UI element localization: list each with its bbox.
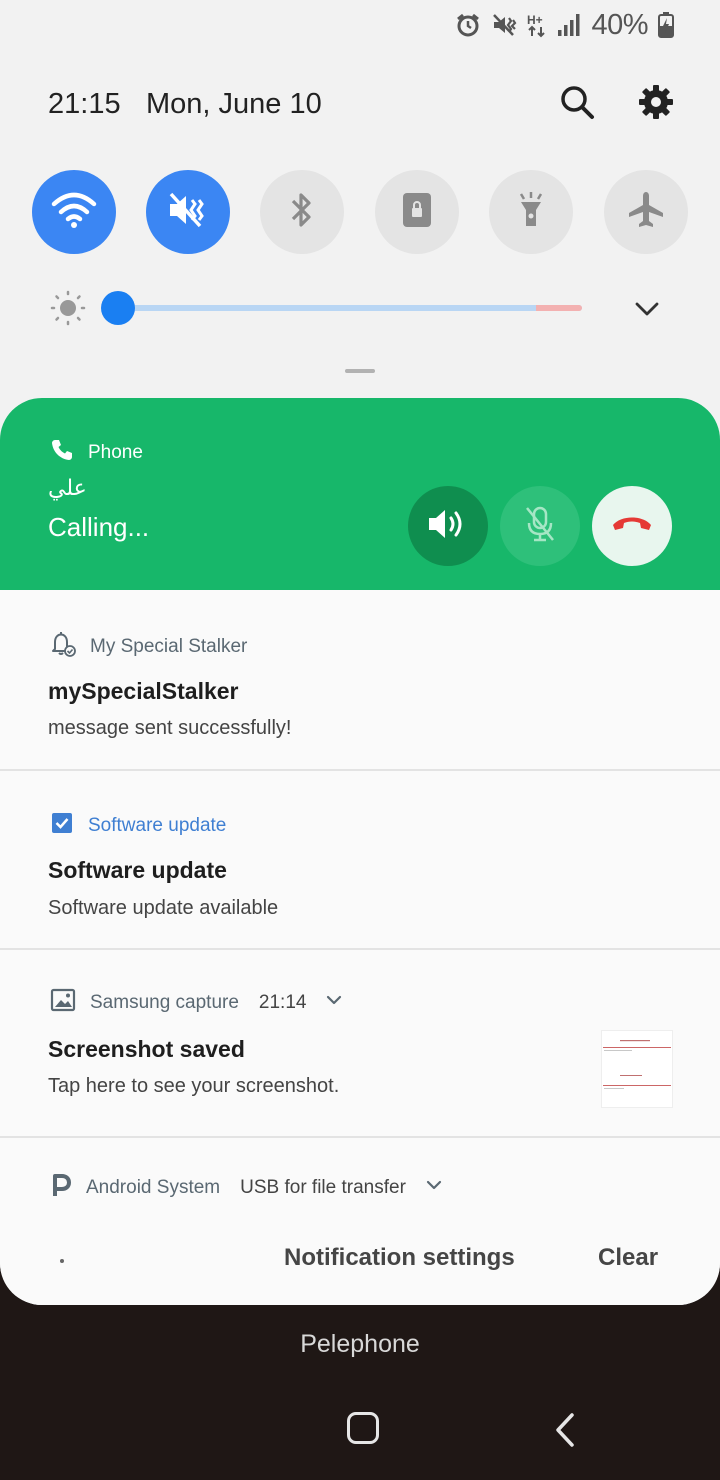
bluetooth-toggle[interactable] (260, 170, 344, 254)
checkbox-icon (50, 811, 74, 840)
signal-icon (557, 13, 581, 37)
status-icons: H+ 40% (455, 8, 674, 42)
search-button[interactable] (557, 84, 597, 124)
notification-software-update[interactable]: Software update Software update Software… (0, 771, 720, 950)
notification-stalker[interactable]: My Special Stalker mySpecialStalker mess… (0, 590, 720, 771)
notification-title: Screenshot saved (48, 1036, 245, 1062)
h-plus-data-icon: H+ (527, 12, 547, 38)
sound-mode-toggle[interactable] (146, 170, 230, 254)
caller-name: علي (48, 476, 87, 501)
end-call-icon (610, 512, 654, 541)
svg-text:H+: H+ (527, 13, 543, 27)
status-bar: H+ 40% (0, 0, 720, 50)
quick-settings (32, 170, 688, 254)
flashlight-toggle[interactable] (489, 170, 573, 254)
battery-charging-icon (658, 12, 674, 38)
call-notification[interactable]: Phone علي Calling... (0, 398, 720, 590)
mute-mic-button[interactable] (500, 486, 580, 566)
mic-off-icon (522, 504, 558, 549)
notification-app-name: Android System (86, 1176, 221, 1198)
settings-button[interactable] (636, 84, 676, 124)
speaker-icon (426, 506, 470, 547)
notification-app-name: My Special Stalker (90, 635, 248, 657)
chevron-down-icon[interactable] (632, 294, 662, 329)
notification-text: Tap here to see your screenshot. (48, 1075, 340, 1097)
clock: 21:15 (48, 88, 121, 120)
speaker-button[interactable] (408, 486, 488, 566)
wifi-icon (51, 190, 97, 235)
brightness-slider-track[interactable] (118, 305, 582, 311)
date: Mon, June 10 (146, 88, 322, 120)
notification-title: Software update (48, 857, 227, 883)
call-state: Calling... (48, 512, 150, 542)
mute-vibrate-icon (491, 12, 517, 38)
flashlight-icon (514, 190, 548, 235)
panel-footer: Notification settings Clear (0, 1214, 720, 1305)
notification-app-row: Software update (50, 811, 226, 840)
rotation-lock-icon (400, 190, 434, 235)
wifi-toggle[interactable] (32, 170, 116, 254)
notification-panel: H+ 40% 21:15 Mon, June 10 Phone علي Call… (0, 0, 720, 1305)
bell-check-icon (50, 630, 76, 663)
brightness-warm-segment (536, 305, 582, 311)
call-app-row: Phone (50, 438, 143, 467)
home-button[interactable] (347, 1412, 379, 1444)
screenshot-thumbnail[interactable] (601, 1030, 673, 1108)
mute-icon (166, 190, 210, 235)
notification-app-row: Android System USB for file transfer (50, 1172, 444, 1203)
notification-app-row: My Special Stalker (50, 630, 247, 663)
notification-text: Software update available (48, 897, 279, 919)
drag-handle[interactable] (345, 369, 375, 373)
notification-settings-button[interactable]: Notification settings (284, 1244, 515, 1272)
back-button[interactable] (550, 1412, 580, 1453)
phone-icon (50, 438, 74, 467)
brightness-slider-thumb[interactable] (101, 291, 135, 325)
bluetooth-icon (287, 190, 317, 235)
android-system-p-icon (50, 1172, 72, 1203)
brightness-icon (50, 290, 86, 331)
notification-text: message sent successfully! (48, 717, 292, 739)
notification-android-system[interactable]: Android System USB for file transfer (0, 1138, 720, 1214)
rotation-lock-toggle[interactable] (375, 170, 459, 254)
battery-percent: 40% (591, 8, 648, 41)
carrier-name: Pelephone (300, 1330, 420, 1358)
image-icon (50, 988, 76, 1017)
notification-time: 21:14 (258, 991, 307, 1013)
notification-title: mySpecialStalker (48, 678, 239, 704)
airplane-icon (626, 190, 666, 235)
notification-app-name: Software update (88, 814, 227, 836)
notification-app-name: Samsung capture (90, 991, 239, 1013)
notification-extra: USB for file transfer (240, 1176, 406, 1198)
alarm-icon (455, 12, 481, 38)
clear-button[interactable]: Clear (598, 1244, 658, 1272)
chevron-down-icon[interactable] (424, 1175, 444, 1200)
page-indicator-dot (60, 1259, 64, 1263)
call-app-label: Phone (88, 441, 143, 463)
notification-app-row: Samsung capture 21:14 (50, 988, 344, 1017)
end-call-button[interactable] (592, 486, 672, 566)
airplane-mode-toggle[interactable] (604, 170, 688, 254)
gear-icon (638, 84, 674, 125)
search-icon (559, 84, 595, 125)
chevron-down-icon[interactable] (324, 990, 344, 1015)
